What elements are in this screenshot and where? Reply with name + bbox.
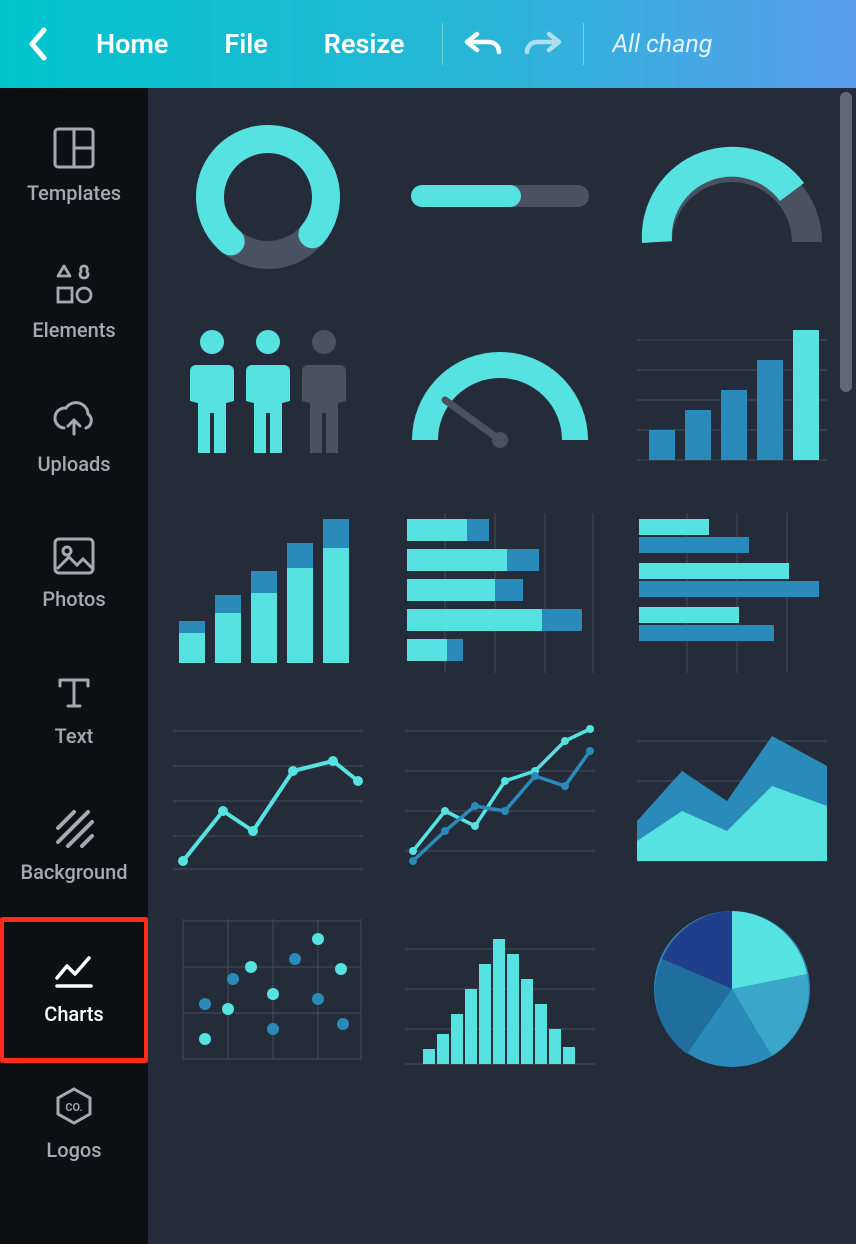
stacked-bar-icon [173, 513, 363, 673]
scrollbar[interactable] [840, 92, 852, 392]
progress-bar-icon [405, 157, 595, 237]
topbar: Home File Resize All chang [0, 0, 856, 88]
sidebar-label: Photos [42, 587, 105, 611]
menu-resize[interactable]: Resize [296, 0, 433, 88]
svg-text:CO.: CO. [65, 1101, 82, 1114]
sidebar-item-photos[interactable]: Photos [4, 509, 144, 639]
sidebar-label: Uploads [37, 452, 110, 476]
undo-button[interactable] [453, 28, 513, 60]
chart-donut-progress[interactable] [168, 112, 368, 282]
chart-line[interactable] [168, 706, 368, 876]
menu-home[interactable]: Home [68, 0, 196, 88]
chart-area[interactable] [632, 706, 832, 876]
templates-icon [53, 127, 95, 169]
chart-grouped-horizontal-bar[interactable] [632, 508, 832, 678]
photos-icon [53, 537, 95, 575]
redo-button[interactable] [513, 28, 573, 60]
grouped-horizontal-bar-icon [637, 513, 827, 673]
divider [583, 23, 584, 65]
multi-line-chart-icon [405, 711, 595, 871]
scatter-plot-icon [173, 909, 363, 1069]
text-icon [54, 672, 94, 712]
menu-file[interactable]: File [196, 0, 295, 88]
chevron-left-icon [26, 26, 50, 62]
chart-progress-bar[interactable] [400, 112, 600, 282]
chart-histogram[interactable] [400, 904, 600, 1074]
bar-chart-icon [637, 320, 827, 470]
back-button[interactable] [8, 26, 68, 62]
chart-horizontal-stacked-bar[interactable] [400, 508, 600, 678]
charts-icon [53, 954, 95, 990]
gauge-icon [405, 330, 595, 460]
logos-icon: CO. [54, 1086, 94, 1126]
sidebar-label: Elements [32, 318, 115, 342]
sidebar: Templates Elements Uploads [0, 88, 148, 1244]
chart-gauge[interactable] [400, 310, 600, 480]
chart-stacked-bar[interactable] [168, 508, 368, 678]
area-chart-icon [637, 711, 827, 871]
uploads-icon [52, 400, 96, 440]
sidebar-label: Logos [46, 1138, 101, 1162]
sidebar-item-logos[interactable]: CO. Logos [4, 1069, 144, 1179]
pictogram-people-icon [178, 320, 358, 470]
half-donut-icon [637, 132, 827, 262]
chart-pictogram-people[interactable] [168, 310, 368, 480]
histogram-icon [405, 909, 595, 1069]
chart-half-donut[interactable] [632, 112, 832, 282]
sidebar-item-elements[interactable]: Elements [4, 237, 144, 367]
pie-chart-icon [647, 904, 817, 1074]
sidebar-item-templates[interactable]: Templates [4, 101, 144, 231]
sidebar-label: Text [55, 724, 94, 748]
donut-progress-icon [188, 117, 348, 277]
sidebar-label: Background [20, 860, 127, 884]
charts-panel [148, 88, 856, 1244]
redo-icon [523, 28, 563, 60]
chart-pie[interactable] [632, 904, 832, 1074]
horizontal-stacked-bar-icon [405, 513, 595, 673]
chart-multi-line[interactable] [400, 706, 600, 876]
sidebar-item-charts[interactable]: Charts [4, 925, 144, 1055]
sidebar-label: Charts [44, 1002, 103, 1026]
sidebar-label: Templates [27, 181, 121, 205]
line-chart-icon [173, 711, 363, 871]
background-icon [54, 808, 94, 848]
save-status: All chang [612, 30, 712, 59]
chart-bar[interactable] [632, 310, 832, 480]
divider [442, 23, 443, 65]
undo-icon [463, 28, 503, 60]
charts-grid [168, 112, 836, 1074]
sidebar-item-text[interactable]: Text [4, 645, 144, 775]
sidebar-item-uploads[interactable]: Uploads [4, 373, 144, 503]
sidebar-item-background[interactable]: Background [4, 781, 144, 911]
highlight-charts: Charts [0, 917, 149, 1063]
elements-icon [52, 262, 96, 306]
chart-scatter[interactable] [168, 904, 368, 1074]
